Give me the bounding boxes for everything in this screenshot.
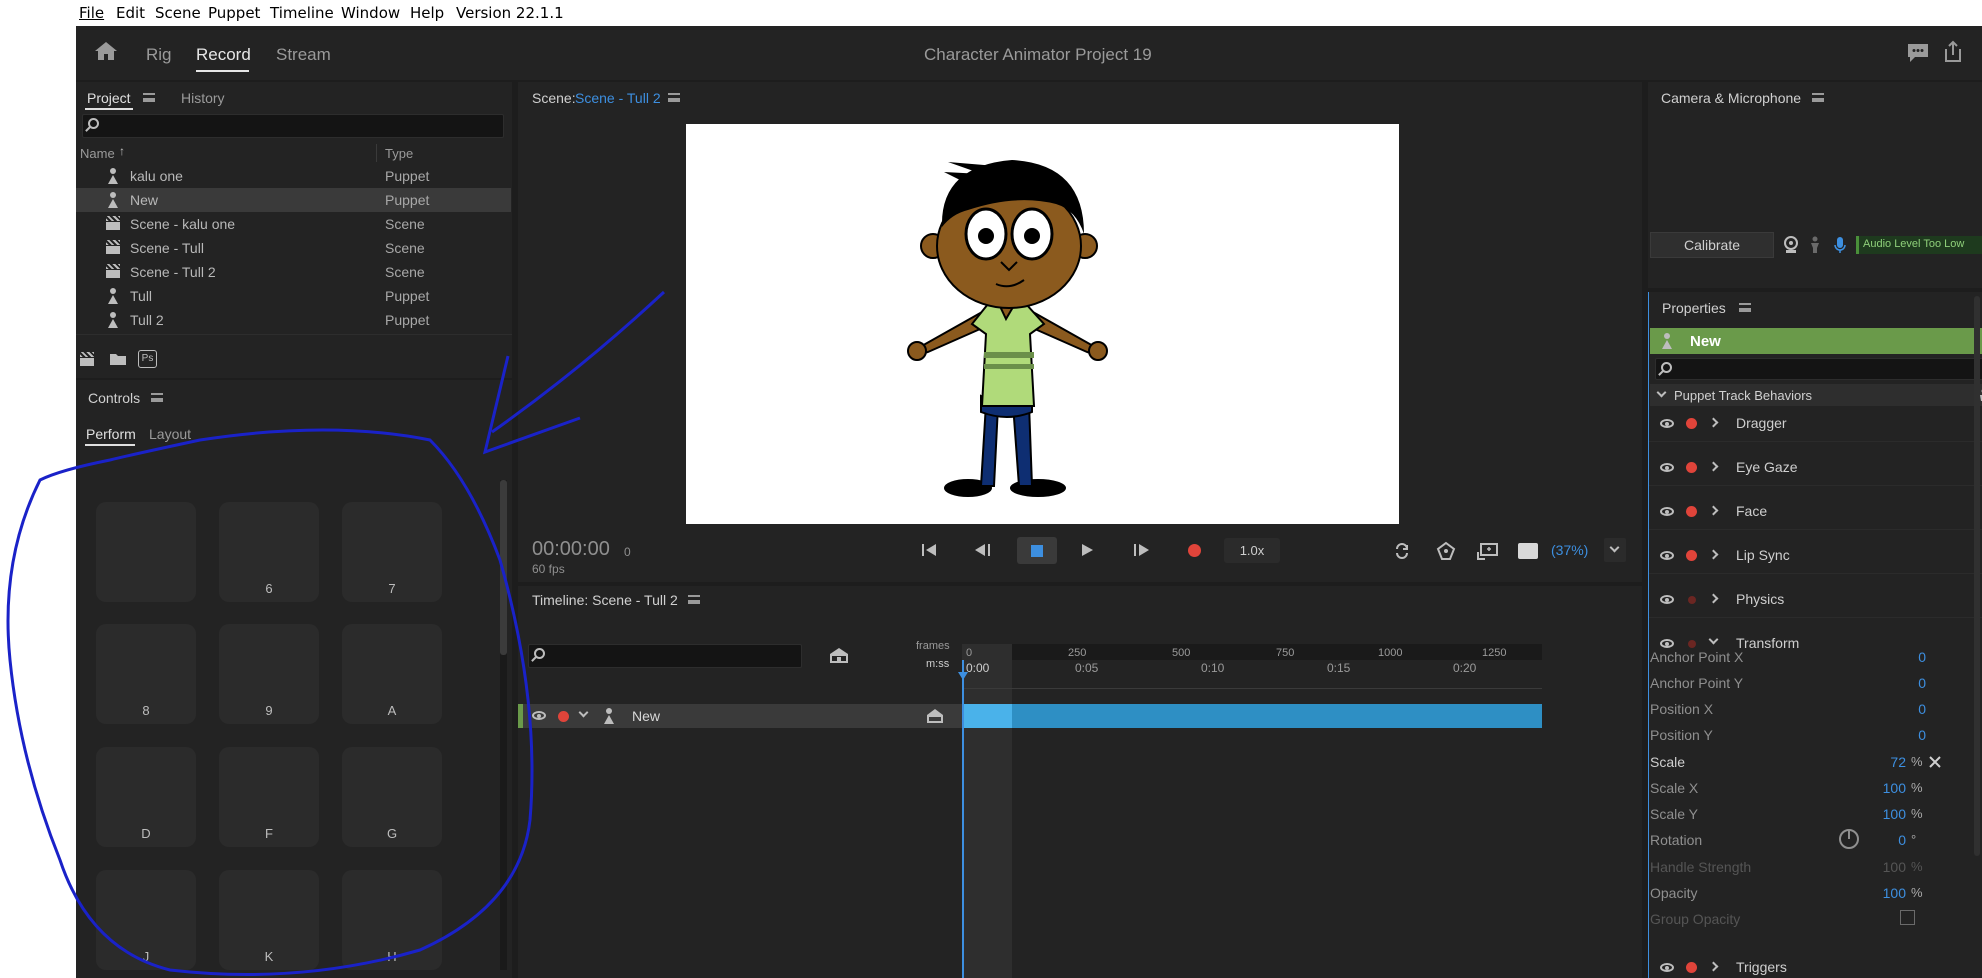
annotation-overlay [6,290,666,976]
